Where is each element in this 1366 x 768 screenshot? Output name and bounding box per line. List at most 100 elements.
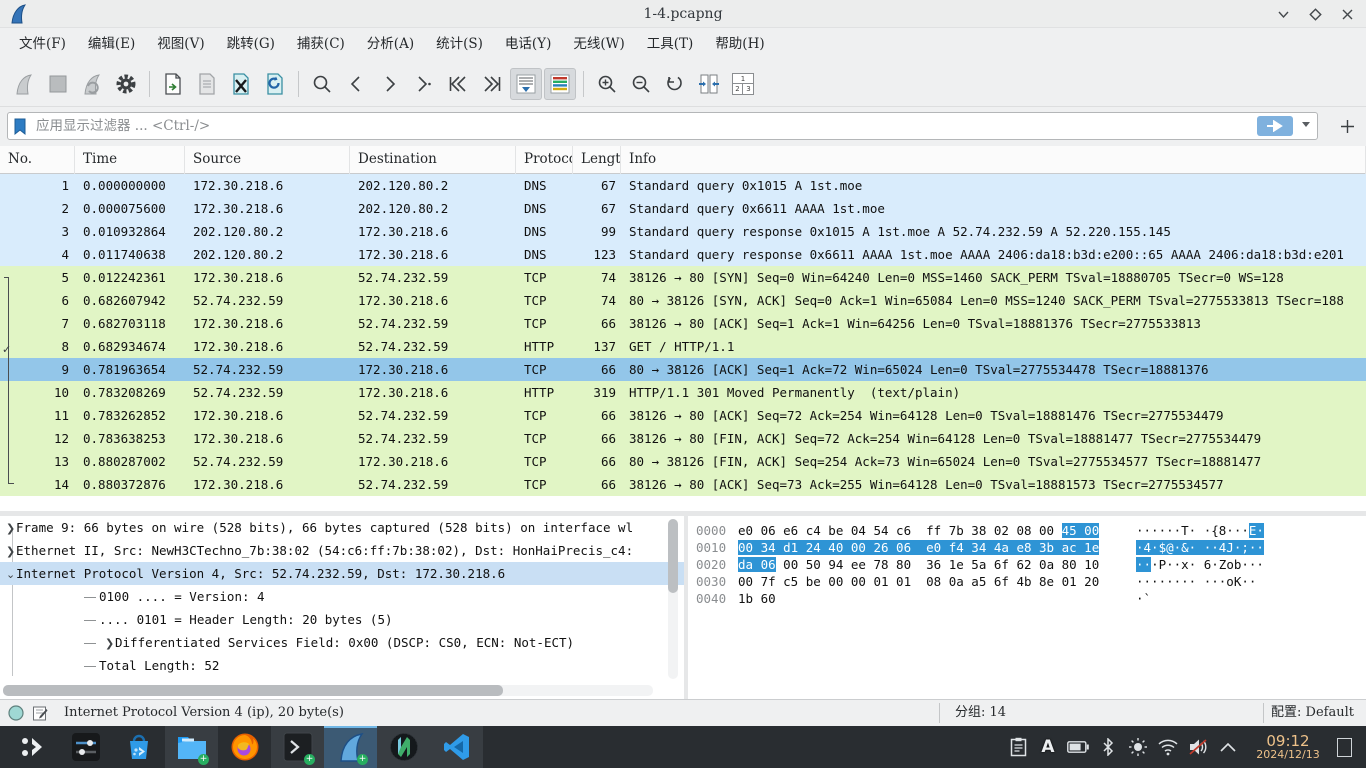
details-horizontal-scrollbar[interactable] bbox=[3, 685, 653, 696]
menu-item-telephony[interactable]: 电话(Y) bbox=[494, 28, 562, 61]
capture-stop-button[interactable] bbox=[42, 68, 74, 100]
go-to-packet-button[interactable] bbox=[408, 68, 440, 100]
menu-item-wireless[interactable]: 无线(W) bbox=[562, 28, 635, 61]
save-file-button[interactable] bbox=[191, 68, 223, 100]
details-vertical-scrollbar[interactable] bbox=[668, 519, 678, 679]
expert-info-icon[interactable] bbox=[8, 705, 24, 725]
column-header-time[interactable]: Time bbox=[75, 146, 185, 174]
hex-row[interactable]: 003000 7f c5 be 00 00 01 01 08 0a a5 6f … bbox=[688, 573, 1366, 590]
battery-icon[interactable] bbox=[1063, 726, 1093, 768]
packet-row[interactable]: 40.011740638202.120.80.2172.30.218.6DNS1… bbox=[0, 243, 1366, 266]
volume-muted-icon[interactable] bbox=[1183, 726, 1213, 768]
bluetooth-icon[interactable] bbox=[1093, 726, 1123, 768]
menu-item-file[interactable]: 文件(F) bbox=[8, 28, 77, 61]
packet-row[interactable]: 100.78320826952.74.232.59172.30.218.6HTT… bbox=[0, 381, 1366, 404]
hex-bytes[interactable]: 00 34 d1 24 40 00 26 06 e0 f4 34 4a e8 3… bbox=[738, 539, 1099, 556]
column-header-protocol[interactable]: Protocol bbox=[516, 146, 573, 174]
details-line[interactable]: Total Length: 52 bbox=[0, 654, 684, 677]
details-line[interactable]: ⌄Internet Protocol Version 4, Src: 52.74… bbox=[0, 562, 684, 585]
hex-row[interactable]: 0000e0 06 e6 c4 be 04 54 c6 ff 7b 38 02 … bbox=[688, 522, 1366, 539]
find-packet-button[interactable] bbox=[306, 68, 338, 100]
close-file-button[interactable] bbox=[225, 68, 257, 100]
go-forward-button[interactable] bbox=[374, 68, 406, 100]
details-line[interactable]: ❯Differentiated Services Field: 0x00 (DS… bbox=[0, 631, 684, 654]
column-header-info[interactable]: Info bbox=[621, 146, 1366, 174]
capture-comment-icon[interactable] bbox=[32, 705, 48, 725]
menu-item-help[interactable]: 帮助(H) bbox=[704, 28, 775, 61]
packet-row[interactable]: 20.000075600172.30.218.6202.120.80.2DNS6… bbox=[0, 197, 1366, 220]
capture-options-button[interactable] bbox=[110, 68, 142, 100]
capture-start-button[interactable] bbox=[8, 68, 40, 100]
packet-row[interactable]: 30.010932864202.120.80.2172.30.218.6DNS9… bbox=[0, 220, 1366, 243]
menu-item-tools[interactable]: 工具(T) bbox=[636, 28, 705, 61]
menu-item-view[interactable]: 视图(V) bbox=[146, 28, 215, 61]
hex-ascii[interactable]: ···P··x· 6·Zob··· bbox=[1136, 556, 1264, 573]
vscode-task[interactable] bbox=[430, 726, 483, 768]
wireshark-task[interactable]: + bbox=[324, 726, 377, 768]
packet-row[interactable]: 50.012242361172.30.218.652.74.232.59TCP7… bbox=[0, 266, 1366, 289]
packet-row[interactable]: 10.000000000172.30.218.6202.120.80.2DNS6… bbox=[0, 174, 1366, 197]
filter-bookmark-icon[interactable] bbox=[13, 118, 27, 140]
expand-tray-button[interactable] bbox=[1213, 726, 1243, 768]
zoom-out-button[interactable] bbox=[625, 68, 657, 100]
expander-icon[interactable]: ❯ bbox=[0, 517, 16, 539]
scrollbar-thumb[interactable] bbox=[668, 519, 678, 593]
clock[interactable]: 09:12 2024/12/13 bbox=[1249, 733, 1327, 762]
minimize-button[interactable] bbox=[1274, 5, 1292, 23]
expander-icon[interactable]: ❯ bbox=[99, 632, 115, 654]
zoom-reset-button[interactable] bbox=[659, 68, 691, 100]
settings-launcher[interactable] bbox=[59, 726, 112, 768]
hex-ascii[interactable]: ·` bbox=[1136, 590, 1151, 607]
open-file-button[interactable] bbox=[157, 68, 189, 100]
add-filter-button[interactable] bbox=[1336, 115, 1358, 137]
column-header-length[interactable]: Length bbox=[573, 146, 621, 174]
brightness-icon[interactable] bbox=[1123, 726, 1153, 768]
resize-columns-button[interactable] bbox=[693, 68, 725, 100]
hex-bytes[interactable]: e0 06 e6 c4 be 04 54 c6 ff 7b 38 02 08 0… bbox=[738, 522, 1099, 539]
expander-icon[interactable]: ⌄ bbox=[0, 563, 16, 585]
details-line[interactable]: 0100 .... = Version: 4 bbox=[0, 585, 684, 608]
expander-icon[interactable]: ❯ bbox=[0, 540, 16, 562]
details-line[interactable]: .... 0101 = Header Length: 20 bytes (5) bbox=[0, 608, 684, 631]
hex-row[interactable]: 0020da 06 00 50 94 ee 78 80 36 1e 5a 6f … bbox=[688, 556, 1366, 573]
details-line[interactable]: ❯Frame 9: 66 bytes on wire (528 bits), 6… bbox=[0, 516, 684, 539]
menu-item-statistics[interactable]: 统计(S) bbox=[425, 28, 494, 61]
terminal-task[interactable]: + bbox=[271, 726, 324, 768]
show-desktop-button[interactable] bbox=[1337, 738, 1352, 757]
packet-row[interactable]: 110.783262852172.30.218.652.74.232.59TCP… bbox=[0, 404, 1366, 427]
menu-item-capture[interactable]: 捕获(C) bbox=[286, 28, 356, 61]
wifi-icon[interactable] bbox=[1153, 726, 1183, 768]
packet-row[interactable]: 130.88028700252.74.232.59172.30.218.6TCP… bbox=[0, 450, 1366, 473]
filter-dropdown-caret[interactable] bbox=[1302, 122, 1310, 127]
discover-launcher[interactable] bbox=[112, 726, 165, 768]
packet-row[interactable]: 140.880372876172.30.218.652.74.232.59TCP… bbox=[0, 473, 1366, 496]
go-first-packet-button[interactable] bbox=[442, 68, 474, 100]
go-back-button[interactable] bbox=[340, 68, 372, 100]
hex-row[interactable]: 001000 34 d1 24 40 00 26 06 e0 f4 34 4a … bbox=[688, 539, 1366, 556]
keyboard-layout-indicator[interactable]: A bbox=[1033, 726, 1063, 768]
column-header-source[interactable]: Source bbox=[185, 146, 350, 174]
column-header-no[interactable]: No. bbox=[0, 146, 75, 174]
firefox-launcher[interactable] bbox=[218, 726, 271, 768]
go-last-packet-button[interactable] bbox=[476, 68, 508, 100]
column-header-destination[interactable]: Destination bbox=[350, 146, 516, 174]
display-filter-input[interactable] bbox=[36, 114, 1216, 138]
menu-item-edit[interactable]: 编辑(E) bbox=[77, 28, 146, 61]
packet-row[interactable]: 60.68260794252.74.232.59172.30.218.6TCP7… bbox=[0, 289, 1366, 312]
apply-filter-button[interactable] bbox=[1257, 116, 1293, 136]
clipboard-icon[interactable] bbox=[1003, 726, 1033, 768]
packet-row[interactable]: 120.783638253172.30.218.652.74.232.59TCP… bbox=[0, 427, 1366, 450]
hex-row[interactable]: 00401b 60·` bbox=[688, 590, 1366, 607]
menu-item-go[interactable]: 跳转(G) bbox=[216, 28, 286, 61]
file-manager-task[interactable]: + bbox=[165, 726, 218, 768]
details-line[interactable]: ❯Ethernet II, Src: NewH3CTechno_7b:38:02… bbox=[0, 539, 684, 562]
packet-row[interactable]: 90.78196365452.74.232.59172.30.218.6TCP6… bbox=[0, 358, 1366, 381]
neovim-task[interactable] bbox=[377, 726, 430, 768]
auto-scroll-toggle[interactable] bbox=[510, 68, 542, 100]
close-button[interactable] bbox=[1338, 5, 1356, 23]
hex-ascii[interactable]: ·4·$@·&· ··4J·;·· bbox=[1136, 539, 1264, 556]
hex-bytes[interactable]: 00 7f c5 be 00 00 01 01 08 0a a5 6f 4b 8… bbox=[738, 573, 1099, 590]
hex-ascii[interactable]: ······T· ·{8···E· bbox=[1136, 522, 1264, 539]
app-launcher-button[interactable] bbox=[6, 726, 59, 768]
hex-bytes[interactable]: da 06 00 50 94 ee 78 80 36 1e 5a 6f 62 0… bbox=[738, 556, 1099, 573]
